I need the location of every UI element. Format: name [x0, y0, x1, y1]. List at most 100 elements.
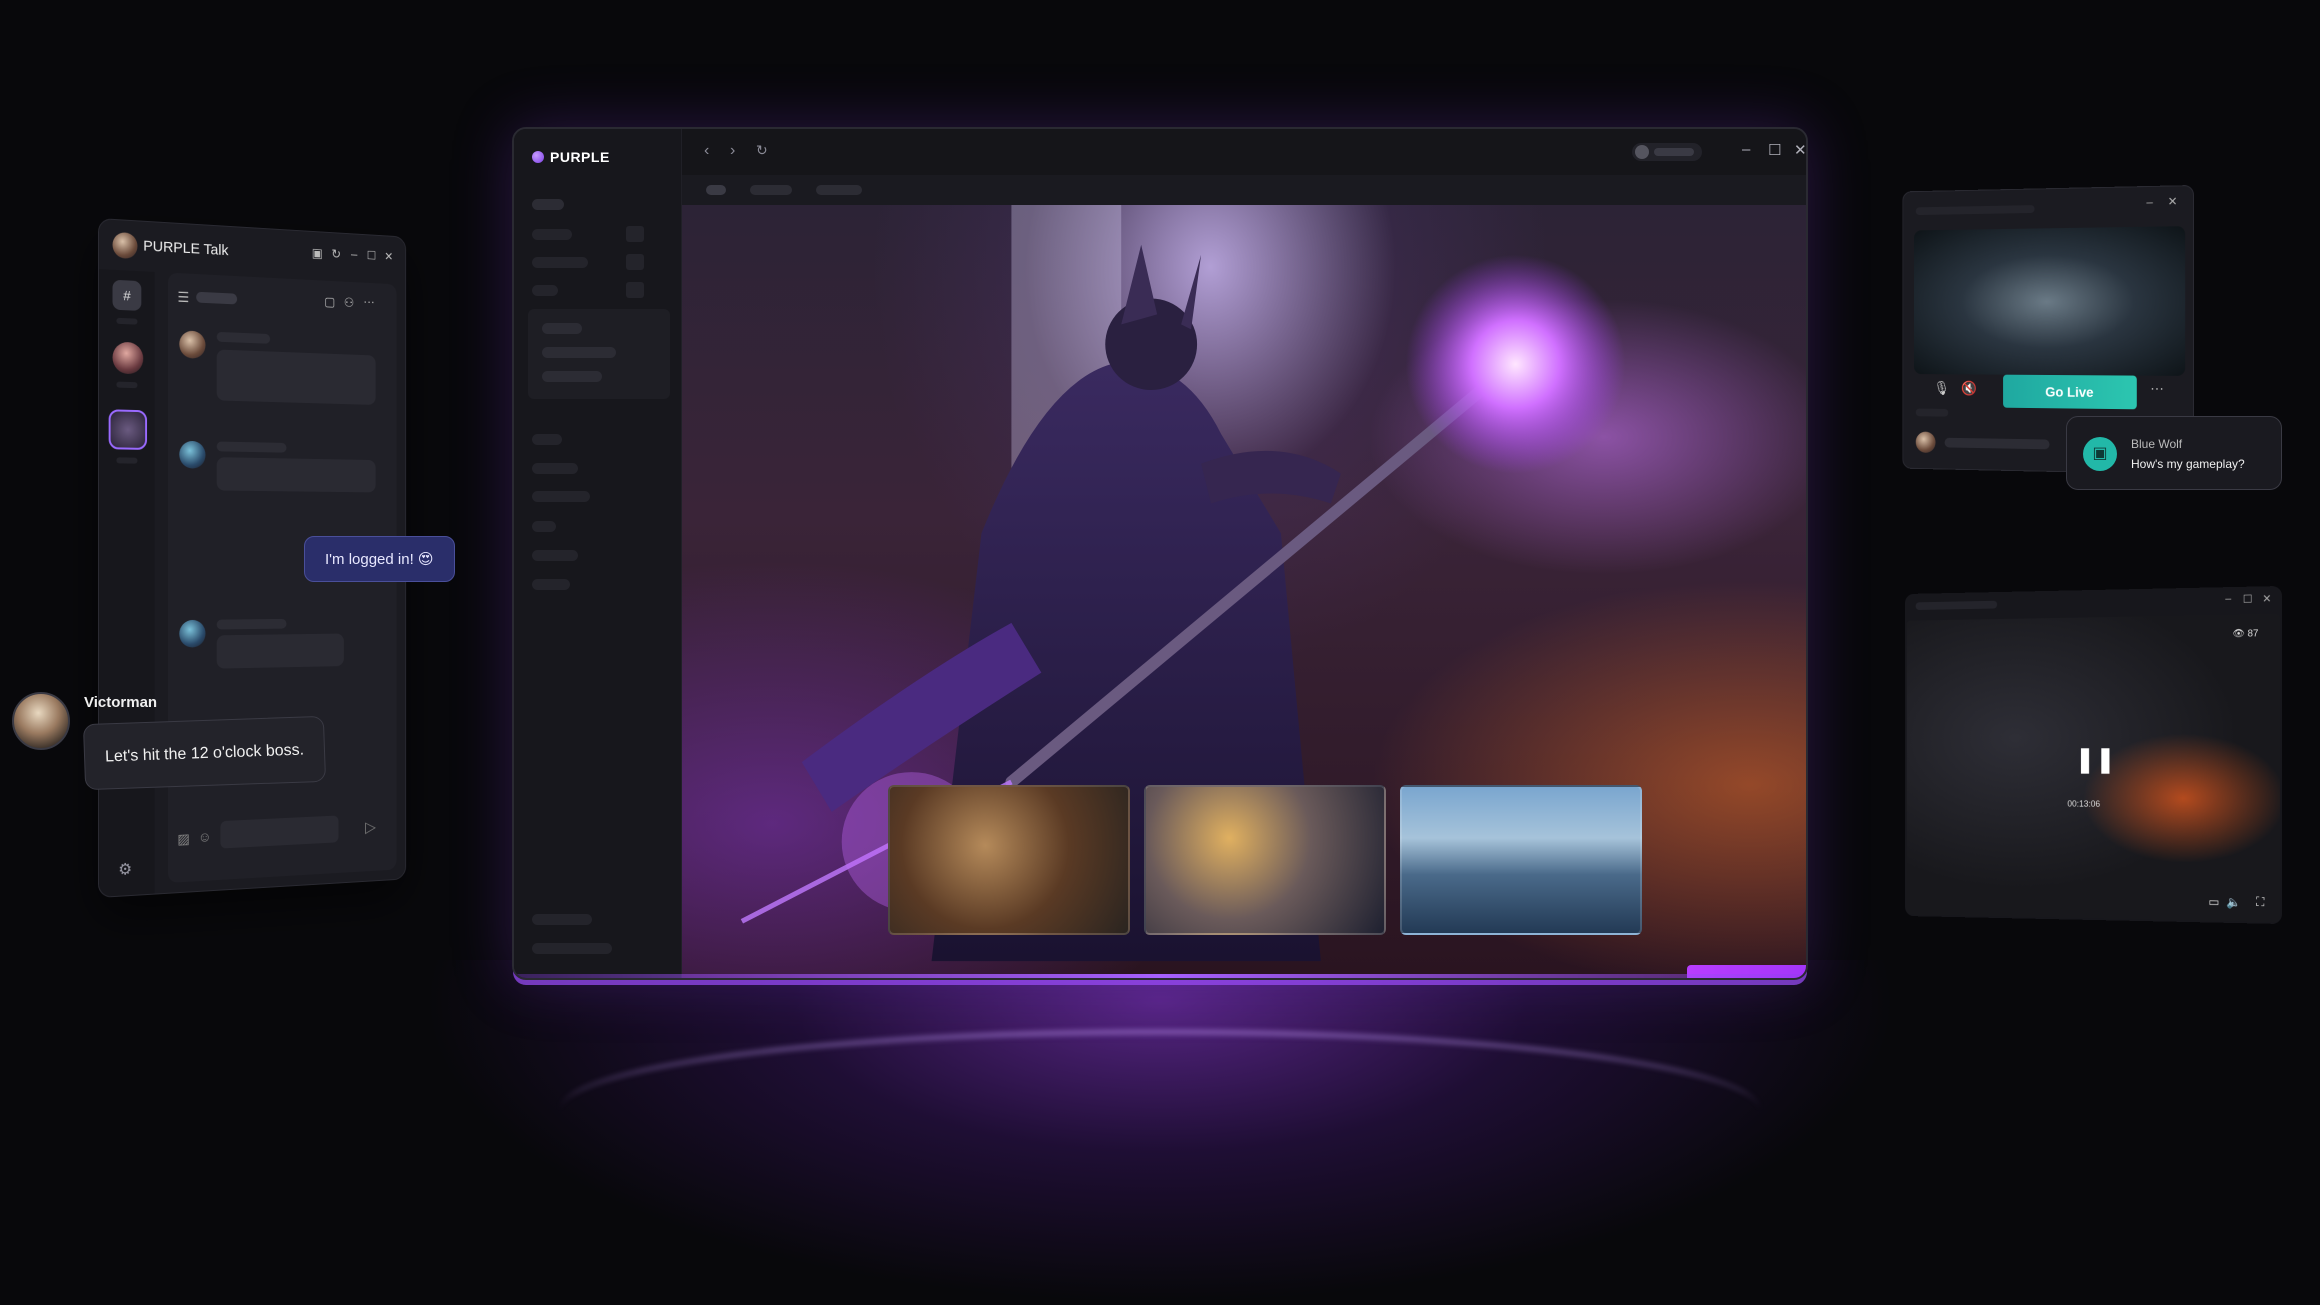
sidebar-item[interactable]	[532, 285, 558, 296]
video-player-window: – ☐ ✕ 👁 87 ❚❚ 00:13:06 ▭ 🔈 ⛶	[1905, 586, 2282, 924]
more-icon[interactable]: ···	[363, 294, 374, 309]
caption-icon[interactable]: ▭	[2208, 895, 2219, 909]
emoji-icon[interactable]: ☺	[198, 828, 211, 844]
sidebar-item[interactable]	[532, 521, 556, 532]
sidebar-badge	[626, 282, 644, 298]
channel-name	[196, 292, 237, 305]
message-input[interactable]	[220, 815, 338, 848]
chat-minimize-icon[interactable]: –	[351, 247, 357, 262]
video-close-icon[interactable]: ✕	[2262, 592, 2271, 605]
message-avatar[interactable]	[179, 330, 205, 359]
viewer-count: 👁 87	[2232, 628, 2258, 639]
victorman-message-bubble: Let's hit the 12 o'clock boss.	[83, 716, 326, 790]
stream-close-icon[interactable]: ✕	[2168, 194, 2178, 208]
sidebar-item[interactable]	[532, 550, 578, 561]
tab[interactable]	[750, 185, 792, 195]
chat-server-rail: # ⚙	[99, 269, 155, 897]
sent-message-bubble: I'm logged in! 😍	[304, 536, 455, 582]
notification-sender: Blue Wolf	[2131, 437, 2182, 451]
group-line	[542, 371, 602, 382]
video-maximize-icon[interactable]: ☐	[2243, 593, 2253, 606]
status-toggle[interactable]	[1632, 143, 1702, 161]
message-bubble	[217, 634, 344, 669]
message-bubble	[217, 457, 376, 492]
chat-maximize-icon[interactable]: ☐	[367, 249, 376, 263]
menu-icon[interactable]: ☰	[177, 289, 189, 306]
volume-icon[interactable]: 🔈	[2226, 895, 2241, 909]
rail-label	[116, 382, 137, 389]
message-author	[217, 442, 287, 453]
home-server-icon[interactable]: #	[113, 280, 142, 311]
server-avatar[interactable]	[113, 342, 144, 375]
sidebar-footer-item[interactable]	[532, 914, 592, 925]
fullscreen-icon[interactable]: ⛶	[2256, 895, 2264, 910]
victorman-avatar[interactable]	[12, 692, 70, 750]
maximize-icon[interactable]: ☐	[1768, 141, 1781, 159]
sidebar-badge	[626, 226, 644, 242]
launcher-sidebar: PURPLE	[514, 129, 682, 978]
game-thumbnail-mountains[interactable]	[1400, 785, 1642, 935]
tab[interactable]	[816, 185, 862, 195]
pause-icon[interactable]: ❚❚	[2075, 744, 2116, 774]
game-thumbnail-angel[interactable]	[1144, 785, 1386, 935]
game-thumbnail-raccoon[interactable]	[888, 785, 1130, 935]
sidebar-item[interactable]	[532, 491, 590, 502]
forward-icon[interactable]: ›	[730, 142, 735, 160]
app-brand: PURPLE	[550, 149, 610, 165]
group-line	[542, 323, 582, 334]
sidebar-item[interactable]	[532, 257, 588, 268]
chat-refresh-icon[interactable]: ↻	[331, 247, 341, 263]
mute-icon[interactable]: 🔇	[1961, 380, 1977, 397]
launcher-window: PURPLE ‹ › ↻ – ☐ ✕	[512, 127, 1808, 980]
eye-icon: 👁	[2232, 629, 2247, 640]
stream-title	[1916, 205, 2035, 215]
sidebar-item[interactable]	[532, 434, 562, 445]
minimize-icon[interactable]: –	[1742, 141, 1750, 158]
message-author	[217, 619, 287, 630]
group-line	[542, 347, 616, 358]
stream-bot-icon: ▣	[2083, 437, 2117, 471]
launcher-tabs	[682, 175, 1806, 205]
viewer-count-value: 87	[2248, 628, 2259, 639]
user-avatar[interactable]	[113, 232, 138, 259]
stream-more-icon[interactable]: ···	[2150, 380, 2164, 396]
app-logo[interactable]: PURPLE	[532, 149, 610, 165]
go-live-button[interactable]: Go Live	[2003, 375, 2137, 410]
sidebar-item[interactable]	[532, 199, 564, 210]
refresh-icon[interactable]: ↻	[756, 142, 768, 159]
video-minimize-icon[interactable]: –	[2225, 593, 2231, 605]
message-avatar[interactable]	[179, 620, 205, 648]
sidebar-footer-item[interactable]	[532, 943, 612, 954]
calendar-icon[interactable]: ▢	[324, 294, 335, 310]
start-game-button[interactable]: Start Game	[1687, 965, 1808, 980]
sidebar-badge	[626, 254, 644, 270]
floor-arc	[560, 1030, 1760, 1190]
attach-image-icon[interactable]: ▨	[177, 830, 189, 847]
active-server-icon[interactable]	[109, 409, 147, 450]
video-frame[interactable]: 👁 87 ❚❚ 00:13:06 ▭ 🔈 ⛶	[1907, 614, 2280, 922]
notification-toast[interactable]: ▣ Blue Wolf How's my gameplay?	[2066, 416, 2282, 490]
close-icon[interactable]: ✕	[1794, 141, 1807, 159]
tab[interactable]	[706, 185, 726, 195]
sidebar-item[interactable]	[532, 579, 570, 590]
back-icon[interactable]: ‹	[704, 142, 709, 160]
members-icon[interactable]: ⚇	[344, 295, 354, 311]
stream-minimize-icon[interactable]: –	[2146, 195, 2152, 209]
message-avatar[interactable]	[179, 441, 205, 469]
sidebar-item[interactable]	[532, 229, 572, 240]
stream-label	[1916, 409, 1948, 417]
message-author	[217, 332, 270, 344]
microphone-icon[interactable]: 🎙	[1934, 380, 1950, 396]
chat-close-icon[interactable]: ✕	[384, 250, 393, 264]
video-timestamp: 00:13:06	[2067, 799, 2100, 809]
chat-app-title: PURPLE Talk	[143, 238, 228, 260]
sidebar-active-group[interactable]	[528, 309, 670, 399]
send-icon[interactable]: ▷	[365, 817, 376, 837]
stream-preview: 🎙 🔇 Go Live ···	[1914, 226, 2185, 376]
settings-gear-icon[interactable]: ⚙	[118, 859, 132, 880]
victorman-name: Victorman	[84, 694, 157, 711]
chat-pin-icon[interactable]: ▣	[312, 245, 323, 261]
viewer-avatar[interactable]	[1916, 432, 1936, 453]
notification-message: How's my gameplay?	[2131, 457, 2245, 471]
sidebar-item[interactable]	[532, 463, 578, 474]
